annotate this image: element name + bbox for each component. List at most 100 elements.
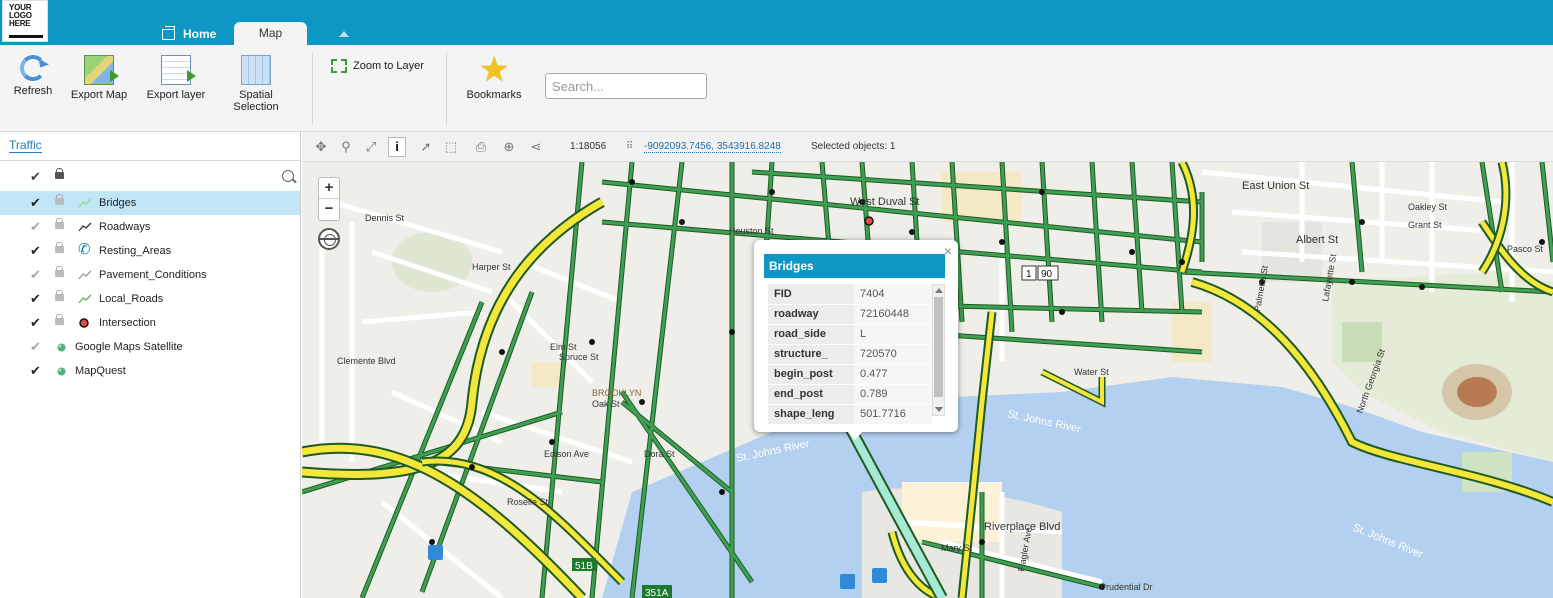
tab-home[interactable]: Home <box>162 24 216 44</box>
ribbon-toolbar: Refresh Export Map Export layer Spatial … <box>0 45 1553 132</box>
lock-icon[interactable] <box>55 314 64 328</box>
attribute-key: road_side <box>768 324 854 345</box>
layer-checkbox[interactable]: ✔ <box>30 263 42 287</box>
layer-list-header: ✔ <box>0 165 300 189</box>
lock-icon[interactable] <box>55 218 64 232</box>
spatial-selection-icon <box>241 55 271 85</box>
layer-row-mapquest[interactable]: ✔ MapQuest <box>0 359 300 383</box>
zoom-to-layer-button[interactable]: Zoom to Layer <box>331 59 424 73</box>
attribute-value: 72160448 <box>854 304 932 325</box>
layer-checkbox[interactable]: ✔ <box>30 287 42 311</box>
layer-checkbox[interactable]: ✔ <box>30 359 42 383</box>
layer-row-intersection[interactable]: ✔ Intersection <box>0 311 300 335</box>
search-input[interactable] <box>545 73 707 99</box>
table-row: road_side L <box>768 324 932 345</box>
layer-name: Pavement_Conditions <box>99 269 207 281</box>
layer-checkbox[interactable]: ✔ <box>30 239 42 263</box>
spatial-selection-button[interactable]: Spatial Selection <box>228 55 284 113</box>
pan-icon[interactable]: ✥ <box>313 139 329 155</box>
locate-icon[interactable] <box>318 228 340 250</box>
export-map-label: Export Map <box>70 89 128 101</box>
neighborhood-label: BROOKLYN <box>592 388 641 398</box>
point-symbol-icon <box>79 318 89 328</box>
lock-icon[interactable] <box>55 266 64 280</box>
layer-name: MapQuest <box>75 365 126 377</box>
close-icon[interactable]: × <box>944 244 952 258</box>
street-label: Roselle St <box>507 497 549 507</box>
attribute-value: 0.477 <box>854 364 932 385</box>
map-coordinates[interactable]: -9092093.7456, 3543916.8248 <box>644 141 781 153</box>
scroll-up-icon[interactable] <box>935 288 943 293</box>
layer-row-pavement-conditions[interactable]: ✔ Pavement_Conditions <box>0 263 300 287</box>
tab-map[interactable]: Map <box>234 22 307 45</box>
street-label: Pasco St <box>1507 244 1544 254</box>
zoom-in-button[interactable]: + <box>319 178 339 199</box>
scroll-down-icon[interactable] <box>935 407 943 412</box>
zoom-control: + − <box>318 177 340 221</box>
collapse-ribbon-icon[interactable] <box>339 31 349 37</box>
layer-checkbox[interactable]: ✔ <box>30 335 42 359</box>
selected-objects-count: Selected objects: 1 <box>811 141 896 152</box>
ribbon-divider <box>446 53 447 125</box>
select-arrow-icon[interactable]: ➚ <box>418 139 434 155</box>
export-layer-button[interactable]: Export layer <box>144 55 208 101</box>
globe-icon <box>57 367 66 376</box>
info-icon[interactable]: i <box>388 137 406 157</box>
top-bar: YOUR LOGO HERE Home Map <box>0 0 1553 45</box>
table-row: shape_leng 501.7716 <box>768 404 932 424</box>
lock-icon[interactable] <box>55 168 64 182</box>
street-label: Harper St <box>472 262 511 272</box>
lock-icon[interactable] <box>55 290 64 304</box>
lock-icon[interactable] <box>55 242 64 256</box>
layer-row-google-maps-satellite[interactable]: ✔ Google Maps Satellite <box>0 335 300 359</box>
zoom-icon[interactable] <box>282 170 294 182</box>
layer-row-resting-areas[interactable]: ✔ ✆ Resting_Areas <box>0 239 300 263</box>
lock-icon[interactable] <box>55 194 64 208</box>
export-map-button[interactable]: Export Map <box>68 55 130 101</box>
table-row: begin_post 0.477 <box>768 364 932 385</box>
bookmarks-button[interactable]: ★ Bookmarks <box>464 51 524 101</box>
print-icon[interactable]: ⎙ <box>473 139 489 155</box>
layer-row-local-roads[interactable]: ✔ Local_Roads <box>0 287 300 311</box>
attribute-value: L <box>854 324 932 345</box>
spatial-selection-label: Spatial Selection <box>233 89 279 113</box>
map-scale: 1:18056 <box>570 141 607 152</box>
globe-icon[interactable]: ⊕ <box>501 139 517 155</box>
map-canvas[interactable]: East Union St Albert St Oakley St Grant … <box>302 162 1553 598</box>
layer-row-bridges[interactable]: ✔ Bridges <box>0 191 300 215</box>
layer-checkbox[interactable]: ✔ <box>30 311 42 335</box>
scroll-thumb[interactable] <box>934 297 943 397</box>
refresh-button[interactable]: Refresh <box>10 55 56 97</box>
attribute-key: shape_leng <box>768 404 854 424</box>
tab-traffic[interactable]: Traffic <box>9 138 42 153</box>
globe-icon <box>57 343 66 352</box>
box-select-icon[interactable]: ⬚ <box>443 139 459 155</box>
attribute-key: begin_post <box>768 364 854 385</box>
street-label: Oak St <box>592 399 620 409</box>
street-label: Mary St <box>941 543 973 553</box>
layer-row-roadways[interactable]: ✔ Roadways <box>0 215 300 239</box>
popup-scrollbar[interactable] <box>932 284 945 416</box>
full-extent-icon[interactable]: ⤢ <box>363 139 379 155</box>
layer-checkbox[interactable]: ✔ <box>30 191 42 215</box>
check-all-icon[interactable]: ✔ <box>30 165 41 189</box>
zoom-out-button[interactable]: − <box>319 199 339 220</box>
line-symbol-icon <box>78 270 92 280</box>
street-label: Spruce St <box>559 352 599 362</box>
attribute-key: FID <box>768 284 854 305</box>
zoom-extent-icon <box>331 59 347 73</box>
export-layer-label: Export layer <box>146 89 206 101</box>
layer-checkbox[interactable]: ✔ <box>30 215 42 239</box>
attribute-value: 720570 <box>854 344 932 365</box>
logo[interactable]: YOUR LOGO HERE <box>2 0 48 42</box>
attribute-key: structure_ <box>768 344 854 365</box>
star-icon: ★ <box>479 51 510 89</box>
hospital-icon <box>872 568 887 583</box>
zoom-magnifier-icon[interactable]: ⚲ <box>338 139 354 155</box>
layer-name: Local_Roads <box>99 293 164 305</box>
popup-body: FID 7404 roadway 72160448 road_side L struc… <box>768 284 945 424</box>
table-row: end_post 0.789 <box>768 384 932 405</box>
street-label: Albert St <box>1296 234 1338 246</box>
table-row: FID 7404 <box>768 284 932 305</box>
share-icon[interactable]: ⋖ <box>528 139 544 155</box>
